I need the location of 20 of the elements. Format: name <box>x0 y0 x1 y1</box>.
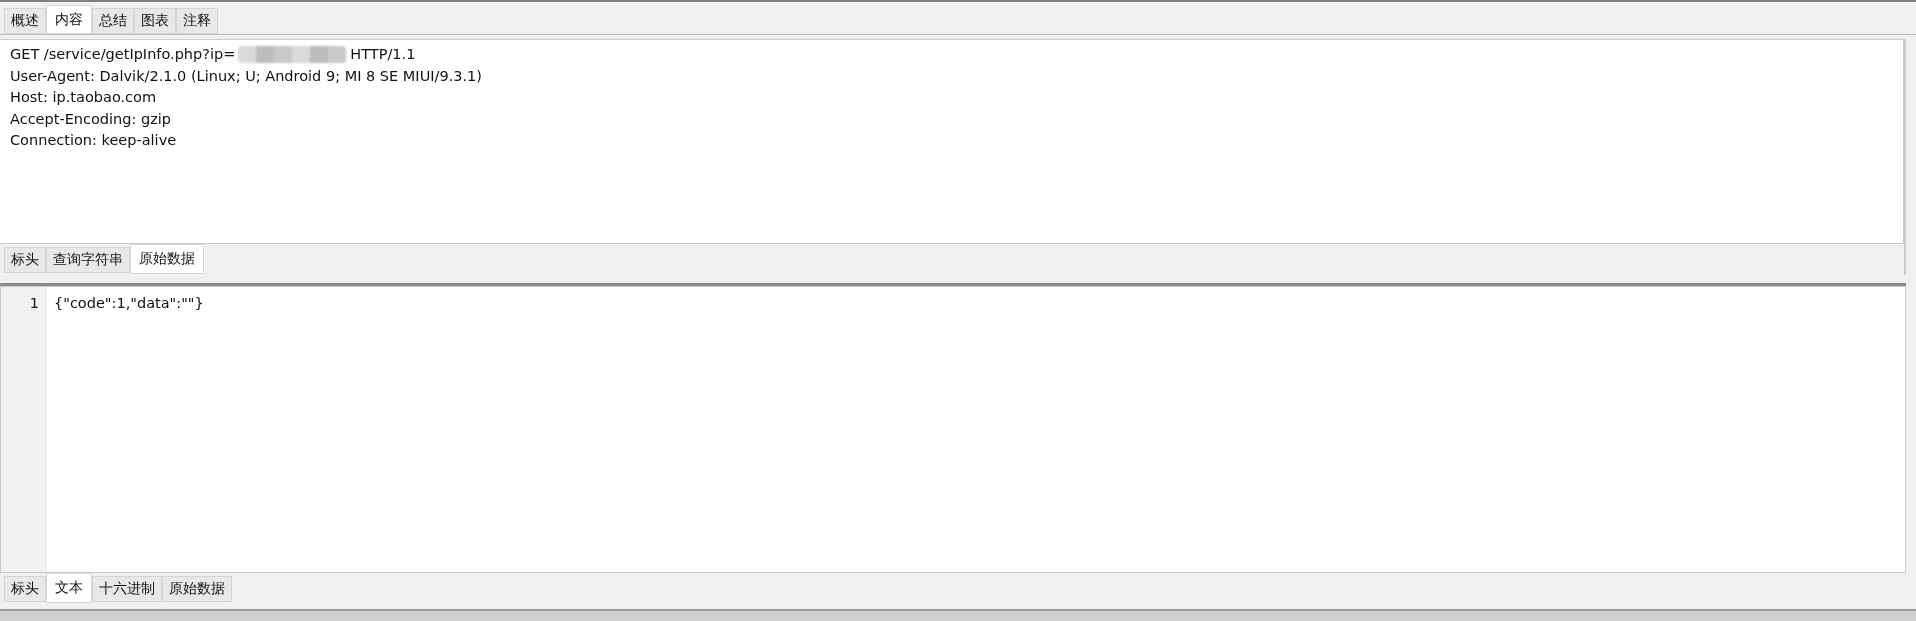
tab[interactable]: 图表 <box>134 8 176 34</box>
tab[interactable]: 内容 <box>46 5 92 34</box>
request-line: Host: ip.taobao.com <box>10 88 157 107</box>
response-line: {"code":1,"data":""} <box>54 294 204 313</box>
tab[interactable]: 原始数据 <box>130 244 204 274</box>
line-number: 1 <box>29 294 39 313</box>
request-line: GET /service/getIpInfo.php?ip= <box>10 45 236 64</box>
tab[interactable]: 概述 <box>4 8 46 34</box>
tab[interactable]: 注释 <box>176 8 218 34</box>
request-line: HTTP/1.1 <box>350 45 416 64</box>
tab[interactable]: 总结 <box>92 8 134 34</box>
request-line: Connection: keep-alive <box>10 131 177 150</box>
request-line: User-Agent: Dalvik/2.1.0 (Linux; U; Android 9; MI 8 SE MIUI/9.3.1) <box>10 66 482 86</box>
tab[interactable]: 查询字符串 <box>46 247 130 273</box>
tab[interactable]: 标头 <box>4 247 46 273</box>
request-line: Accept-Encoding: gzip <box>10 109 171 129</box>
tab[interactable]: 原始数据 <box>162 576 232 602</box>
tab[interactable]: 文本 <box>46 573 92 603</box>
tab[interactable]: 十六进制 <box>92 576 162 602</box>
tab[interactable]: 标头 <box>4 576 46 602</box>
